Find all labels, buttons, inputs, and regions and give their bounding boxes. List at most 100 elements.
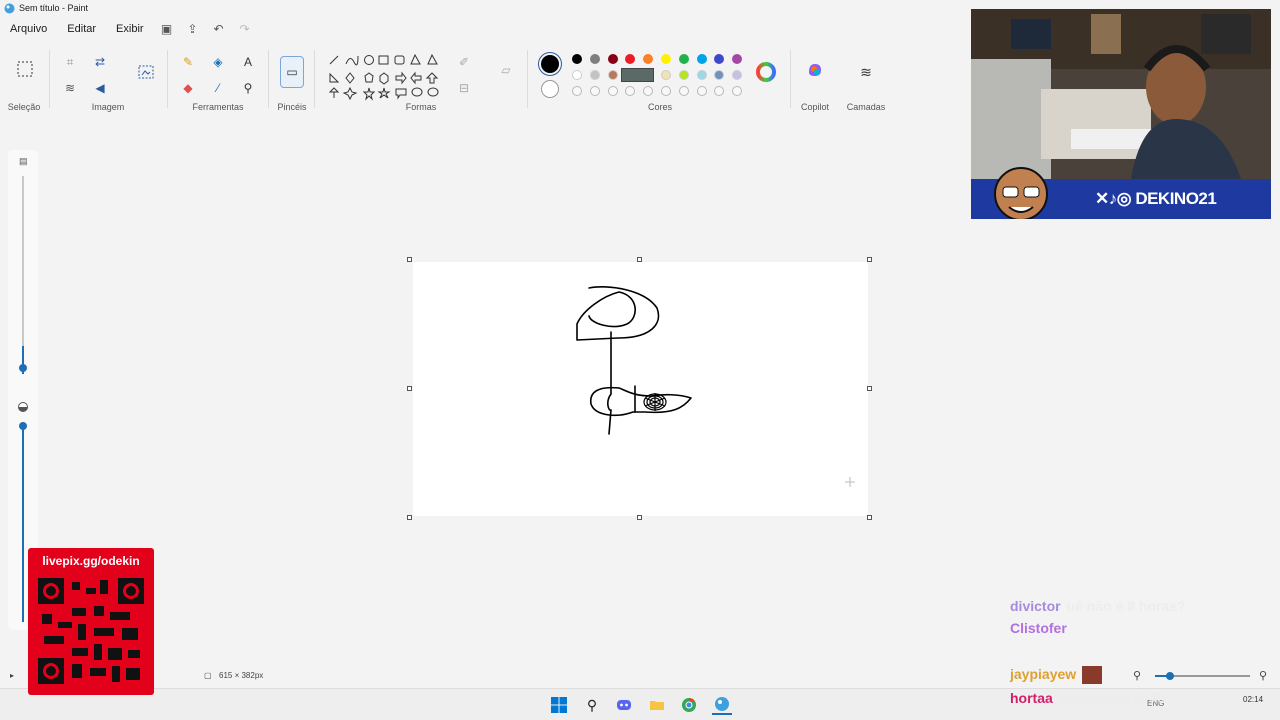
empty-color-slot[interactable] [607, 86, 618, 96]
color-picker-icon[interactable]: ⁄ [208, 78, 228, 98]
paint-taskbar-icon[interactable] [712, 695, 732, 715]
redo-icon[interactable]: ↷ [232, 18, 258, 40]
resize-handle-ml[interactable] [407, 386, 412, 391]
magnifier-icon[interactable]: ⚲ [238, 78, 258, 98]
group-label-ferramentas: Ferramentas [192, 102, 244, 112]
custom-color-slot[interactable] [621, 68, 654, 82]
color-swatch[interactable] [661, 54, 671, 64]
social-icons: ✕♪◎ [1095, 189, 1136, 208]
file-explorer-icon[interactable] [647, 695, 667, 715]
brush-icon[interactable]: ▭ [280, 56, 304, 88]
resize-handle-tr[interactable] [867, 257, 872, 262]
color-swatch[interactable] [661, 70, 671, 80]
color-swatch[interactable] [643, 54, 654, 64]
resize-icon[interactable]: ⇄ [90, 52, 110, 72]
resize-handle-tc[interactable] [637, 257, 642, 262]
search-icon[interactable]: ⚲ [582, 695, 602, 715]
pencil-icon[interactable]: ✎ [178, 52, 198, 72]
empty-color-slot[interactable] [589, 86, 600, 96]
copilot-icon[interactable] [805, 60, 825, 80]
drawing-canvas[interactable] [413, 262, 868, 516]
share-icon[interactable]: ⇪ [180, 18, 206, 40]
color-swatch[interactable] [696, 70, 707, 80]
streamer-handle: ✕♪◎ DEKINO21 [1095, 189, 1217, 209]
group-label-cores: Cores [647, 102, 672, 112]
group-selecao: Seleção [0, 46, 48, 112]
shapes-gallery-icon[interactable] [326, 52, 446, 102]
color-swatch[interactable] [714, 54, 725, 64]
fill-bucket-icon[interactable]: ◈ [208, 52, 228, 72]
image-select-icon[interactable] [136, 62, 156, 82]
remove-bg-icon[interactable]: ≋ [60, 78, 80, 98]
size-slider-track[interactable] [22, 176, 24, 372]
color-swatch[interactable] [678, 54, 689, 64]
chat-user: hortaa [1010, 690, 1053, 706]
opacity-slider-track[interactable] [22, 422, 24, 622]
empty-color-slot[interactable] [643, 86, 654, 96]
outline-icon[interactable]: ✐ [454, 52, 474, 72]
group-label-selecao: Seleção [7, 102, 41, 112]
empty-color-slot[interactable] [732, 86, 743, 96]
color-swatch[interactable] [732, 70, 743, 80]
chat-user: jaypiayew [1010, 666, 1077, 682]
color-swatch[interactable] [607, 54, 618, 64]
qr-url: livepix.gg/odekin [42, 554, 140, 568]
undo-icon[interactable]: ↶ [206, 18, 232, 40]
menu-exibir[interactable]: Exibir [106, 23, 154, 35]
empty-color-slot[interactable] [661, 86, 671, 96]
discord-icon[interactable] [614, 695, 634, 715]
empty-color-slot[interactable] [625, 86, 636, 96]
color-swatch[interactable] [589, 54, 600, 64]
primary-color-swatch [541, 55, 559, 73]
color-swatch[interactable] [572, 70, 582, 80]
canvas-size-label: 615 × 382px [219, 671, 264, 680]
shape-fill-icon[interactable]: ▱ [496, 60, 516, 80]
menu-bar: Arquivo Editar Exibir ▣ ⇪ ↶ ↷ [0, 18, 258, 40]
fill-style-icon[interactable]: ⊟ [454, 78, 474, 98]
chat-message: jaypiayew [1010, 666, 1275, 684]
eraser-icon[interactable]: ◆ [178, 78, 198, 98]
size-slider-thumb[interactable] [19, 364, 27, 372]
menu-editar[interactable]: Editar [57, 23, 106, 35]
resize-handle-bl[interactable] [407, 515, 412, 520]
empty-color-slot[interactable] [714, 86, 725, 96]
empty-color-slot[interactable] [696, 86, 707, 96]
empty-color-slot[interactable] [572, 86, 582, 96]
text-icon[interactable]: A [238, 52, 258, 72]
brush-size-icon: ▤ [19, 156, 28, 166]
group-label-camadas: Camadas [846, 102, 886, 112]
group-formas: ✐ ▱ ⊟ Formas [318, 46, 524, 112]
primary-color-button[interactable] [538, 52, 562, 76]
color-swatch[interactable] [696, 54, 707, 64]
rotate-icon[interactable]: ◀ [90, 78, 110, 98]
color-swatch[interactable] [589, 70, 600, 80]
select-rectangle-icon[interactable] [14, 58, 36, 80]
empty-color-slot[interactable] [678, 86, 689, 96]
color-swatch[interactable] [607, 70, 618, 80]
windows-start-icon[interactable] [549, 695, 569, 715]
color-swatch[interactable] [732, 54, 743, 64]
chat-message: hortaa kkkkkkkkkkk CARA [1010, 690, 1275, 706]
layers-icon[interactable]: ≋ [856, 62, 876, 82]
color-swatch[interactable] [625, 54, 636, 64]
menu-arquivo[interactable]: Arquivo [0, 23, 57, 35]
chat-user: Clistofer [1010, 620, 1067, 636]
group-label-formas: Formas [405, 102, 437, 112]
stick-figure-drawing [576, 286, 855, 487]
color-swatch[interactable] [678, 70, 689, 80]
resize-handle-bc[interactable] [637, 515, 642, 520]
opacity-slider-thumb[interactable] [19, 422, 27, 430]
edit-colors-icon[interactable] [756, 62, 776, 82]
chrome-icon[interactable] [679, 695, 699, 715]
qr-code-overlay: livepix.gg/odekin [28, 548, 154, 695]
resize-handle-mr[interactable] [867, 386, 872, 391]
resize-handle-br[interactable] [867, 515, 872, 520]
color-swatch[interactable] [572, 54, 582, 64]
crop-icon[interactable]: ⌗ [60, 52, 80, 72]
color-swatch[interactable] [714, 70, 725, 80]
resize-handle-tl[interactable] [407, 257, 412, 262]
paint-app-icon [4, 3, 15, 14]
save-icon[interactable]: ▣ [154, 18, 180, 40]
group-ferramentas: ✎ ◈ A ◆ ⁄ ⚲ Ferramentas [170, 46, 266, 112]
secondary-color-swatch[interactable] [541, 80, 559, 98]
